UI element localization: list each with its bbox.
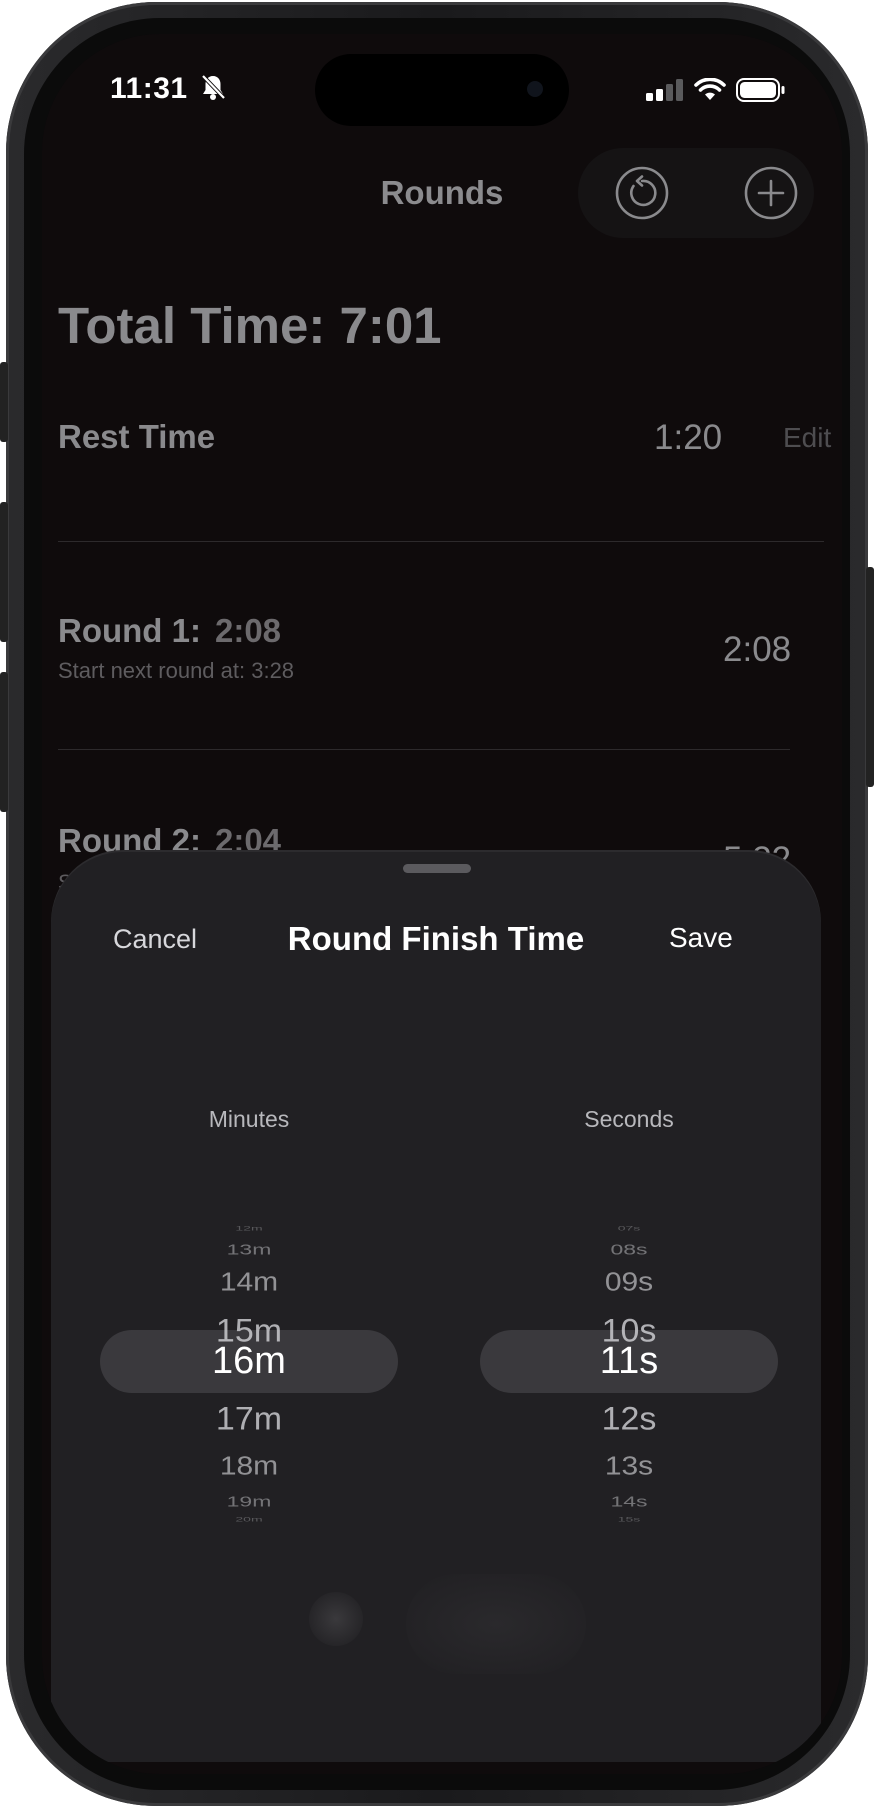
save-button[interactable]: Save [669, 922, 733, 954]
volume-down-button [0, 672, 8, 812]
round-subtitle: Start next round at: 3:28 [58, 658, 295, 683]
plus-circle-icon [744, 166, 798, 220]
picker-option[interactable]: 15s [479, 1515, 779, 1522]
round-value: 2:08 [723, 630, 792, 669]
picker-option[interactable]: 12s [479, 1401, 779, 1438]
bell-slash-icon [201, 74, 226, 100]
rest-time-label: Rest Time [58, 418, 216, 455]
picker-option-selected[interactable]: 16m [99, 1340, 399, 1383]
dynamic-island [315, 54, 569, 126]
picker-option[interactable]: 08s [479, 1241, 779, 1259]
round-title: Round 1: 2:08 [58, 612, 281, 650]
seconds-label: Seconds [584, 1106, 674, 1132]
volume-up-button [0, 502, 8, 642]
picker-option[interactable]: 17m [99, 1401, 399, 1438]
picker-option[interactable]: 07s [479, 1224, 779, 1231]
section-divider [58, 541, 824, 542]
rest-time-value: 1:20 [654, 418, 723, 457]
round-duration: 2:08 [214, 612, 282, 649]
picker-option[interactable]: 20m [99, 1515, 399, 1522]
picker-option-selected[interactable]: 11s [479, 1340, 779, 1383]
round-finish-time-sheet: Cancel Round Finish Time Save Minutes Se… [51, 852, 821, 1762]
minutes-label: Minutes [208, 1106, 290, 1132]
round-label: Round 1: [58, 612, 201, 649]
status-time-text: 11:31 [110, 72, 188, 105]
silent-switch [0, 362, 8, 442]
sheet-grabber[interactable] [403, 864, 471, 873]
battery-icon [736, 78, 785, 102]
blurred-control [309, 1592, 363, 1646]
picker-option[interactable]: 13m [99, 1241, 399, 1259]
camera-icon [527, 81, 543, 97]
add-round-button[interactable] [744, 166, 798, 220]
status-time: 11:31 [110, 72, 226, 106]
status-indicators [646, 78, 786, 102]
picker-option[interactable]: 14m [99, 1269, 399, 1298]
screen: 11:31 Rounds Total Time: 7:01 Rest Time … [42, 34, 842, 1774]
picker-option[interactable]: 18m [99, 1453, 399, 1482]
total-time: Total Time: 7:01 [58, 297, 442, 354]
picker-option[interactable]: 12m [99, 1224, 399, 1231]
picker-option[interactable]: 13s [479, 1453, 779, 1482]
arrow-counterclockwise-circle-icon [615, 166, 669, 220]
reset-button[interactable] [615, 166, 669, 220]
row-divider [58, 749, 790, 750]
rest-time-edit-button[interactable]: Edit [783, 422, 831, 454]
wifi-icon [694, 78, 726, 100]
power-button [866, 567, 874, 787]
picker-option[interactable]: 14s [479, 1493, 779, 1511]
blurred-control [406, 1574, 586, 1674]
picker-option[interactable]: 19m [99, 1493, 399, 1511]
cellular-signal-icon [646, 79, 683, 101]
picker-option[interactable]: 09s [479, 1269, 779, 1298]
